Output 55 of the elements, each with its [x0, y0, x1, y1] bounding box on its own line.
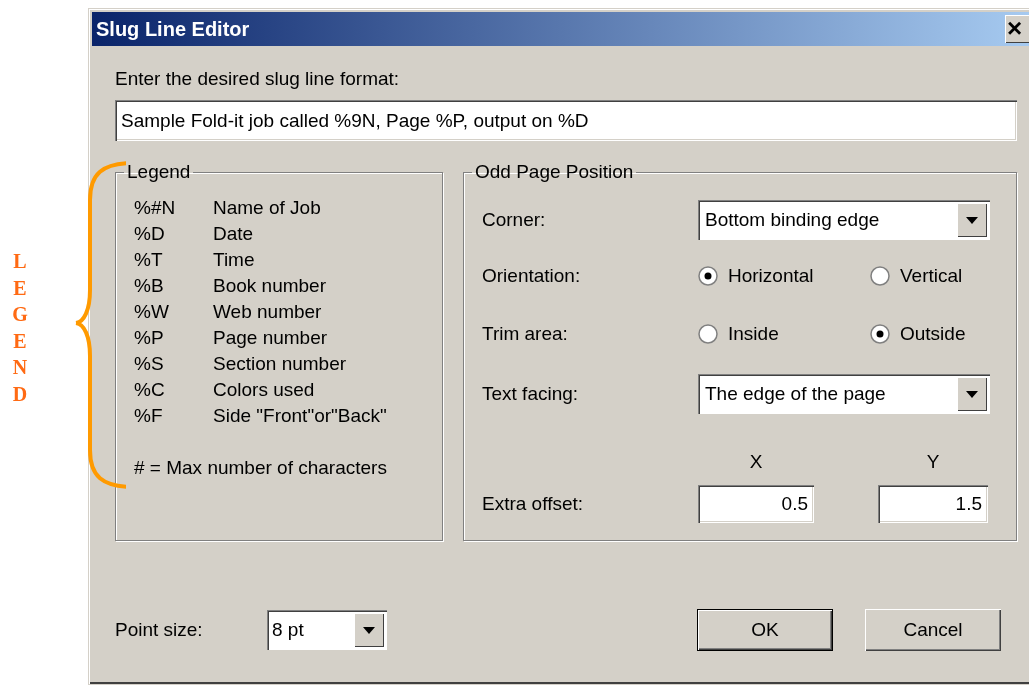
group-title: Legend	[126, 161, 192, 183]
radio-button[interactable]	[870, 266, 890, 286]
legend-note: # = Max number of characters	[134, 456, 388, 480]
dropdown-arrow-icon	[363, 626, 375, 634]
legend-meaning: Book number	[213, 274, 327, 298]
axis-heading: Y	[925, 451, 941, 473]
legend-code: %F	[134, 404, 164, 428]
close-button[interactable]: ×	[1005, 15, 1029, 43]
field-label: Extra offset:	[482, 493, 585, 516]
format-label: Enter the desired slug line format:	[115, 68, 401, 90]
legend-meaning: Page number	[213, 326, 329, 350]
point-size-label: Point size:	[115, 619, 204, 641]
radio-label[interactable]: Outside	[900, 323, 966, 345]
radio-button[interactable]	[698, 324, 718, 344]
legend-code: %W	[134, 300, 170, 324]
cancel-button[interactable]: Cancel	[865, 609, 1001, 651]
group-title: Odd Page Position	[474, 161, 635, 183]
ok-button[interactable]: OK	[697, 609, 833, 651]
window-title: Slug Line Editor	[96, 17, 250, 41]
legend-meaning: Date	[213, 222, 255, 246]
dropdown-button[interactable]	[957, 377, 987, 411]
field-label: Orientation:	[482, 265, 582, 287]
offset-input[interactable]: 0.5	[698, 485, 814, 523]
legend-meaning: Time	[213, 248, 256, 272]
field-label: Corner:	[482, 209, 547, 231]
annotation-label: LEGEND	[11, 249, 29, 407]
radio-label[interactable]: Vertical	[900, 265, 963, 287]
dropdown[interactable]: The edge of the page	[698, 374, 990, 414]
offset-input[interactable]: 1.5	[878, 485, 988, 523]
legend-meaning: Colors used	[213, 378, 316, 402]
legend-meaning: Name of Job	[213, 196, 322, 220]
legend-code: %T	[134, 248, 164, 272]
dropdown[interactable]: Bottom binding edge	[698, 200, 990, 240]
legend-code: %S	[134, 352, 165, 376]
axis-heading: X	[748, 451, 764, 473]
legend-code: %C	[134, 378, 166, 402]
point-size-dropdown[interactable]: 8 pt	[267, 610, 387, 650]
dropdown-button[interactable]	[957, 203, 987, 237]
legend-code: %B	[134, 274, 165, 298]
radio-label[interactable]: Inside	[728, 323, 779, 345]
dropdown-arrow-icon	[966, 390, 978, 398]
radio-button[interactable]	[870, 324, 890, 344]
radio-label[interactable]: Horizontal	[728, 265, 814, 287]
radio-button[interactable]	[698, 266, 718, 286]
format-input[interactable]: Sample Fold-it job called %9N, Page %P, output on %D	[115, 100, 1017, 141]
legend-meaning: Section number	[213, 352, 348, 376]
legend-code: %P	[134, 326, 165, 350]
legend-code: %D	[134, 222, 166, 246]
dropdown-arrow-icon	[966, 216, 978, 224]
legend-code: %#N	[134, 196, 177, 220]
legend-meaning: Web number	[213, 300, 323, 324]
legend-meaning: Side "Front"or"Back"	[213, 404, 388, 428]
field-label: Trim area:	[482, 323, 569, 345]
dropdown-button[interactable]	[354, 613, 384, 647]
field-label: Text facing:	[482, 383, 580, 405]
